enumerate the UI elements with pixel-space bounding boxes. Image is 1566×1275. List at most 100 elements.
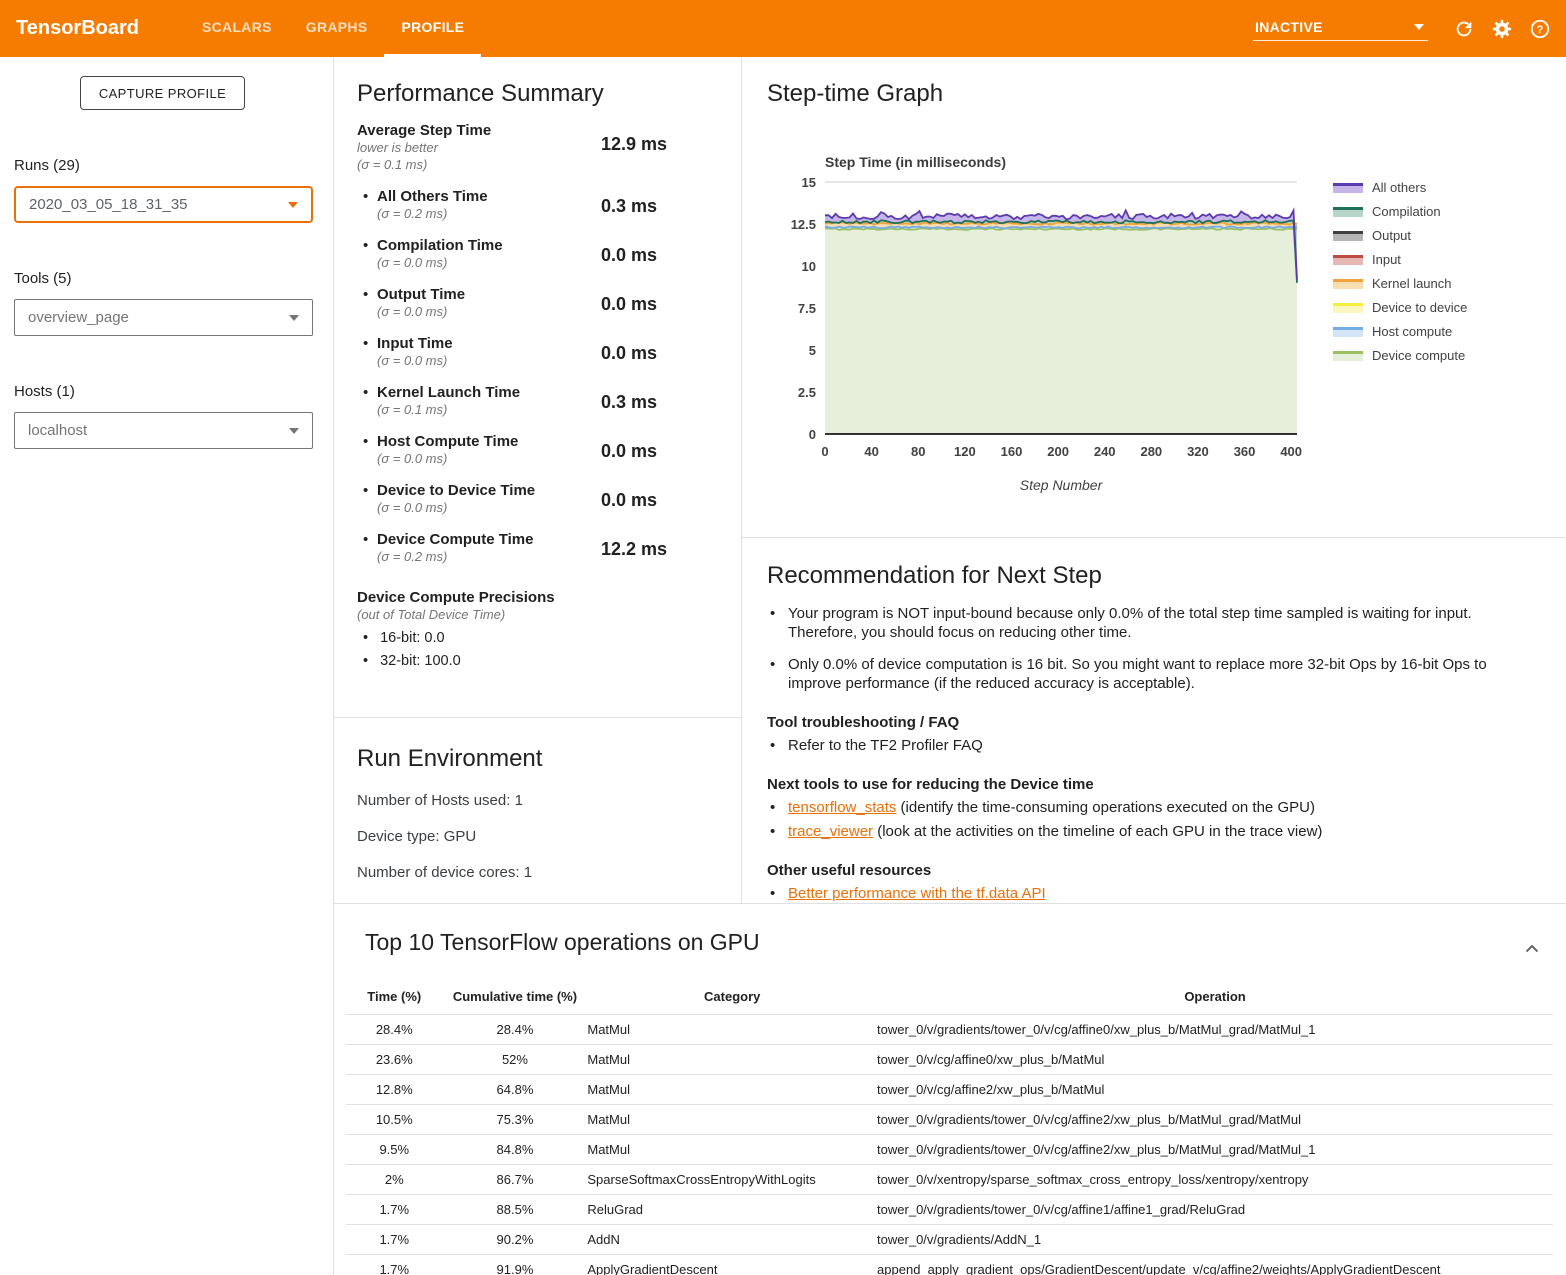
metric-row: •Output Time(σ = 0.0 ms)0.0 ms (357, 286, 711, 320)
svg-text:12.5: 12.5 (791, 217, 816, 232)
tab-profile[interactable]: PROFILE (384, 0, 481, 57)
status-select[interactable]: INACTIVE (1253, 16, 1428, 41)
trace-viewer-link[interactable]: trace_viewer (788, 823, 873, 840)
bullet-icon: • (357, 237, 377, 271)
metric-value: 0.0 ms (601, 237, 711, 271)
legend-item: Device to device (1333, 300, 1467, 315)
metric-sigma: (σ = 0.0 ms) (377, 303, 601, 320)
cumulative-cell: 64.8% (443, 1075, 588, 1105)
category-cell: SparseSoftmaxCrossEntropyWithLogits (587, 1165, 877, 1195)
operation-cell: append_apply_gradient_ops/GradientDescen… (877, 1255, 1553, 1275)
tfdata-api-link[interactable]: Better performance with the tf.data API (788, 885, 1046, 902)
step-time-chart: 02.557.51012.515040801201602002402803203… (767, 170, 1327, 500)
operation-cell: tower_0/v/xentropy/sparse_softmax_cross_… (877, 1165, 1553, 1195)
time-cell: 10.5% (346, 1105, 443, 1135)
capture-profile-button[interactable]: CAPTURE PROFILE (80, 76, 245, 110)
tab-scalars[interactable]: SCALARS (185, 0, 289, 57)
category-cell: MatMul (587, 1045, 877, 1075)
svg-text:0: 0 (809, 427, 816, 442)
svg-text:80: 80 (911, 444, 925, 459)
precision-32bit: 32-bit: 100.0 (357, 653, 711, 669)
device-cores-line: Number of device cores: 1 (357, 864, 718, 881)
svg-text:0: 0 (821, 444, 828, 459)
bullet-icon: • (357, 531, 377, 565)
category-cell: AddN (587, 1225, 877, 1255)
chevron-down-icon (289, 315, 299, 321)
legend-item: Compilation (1333, 204, 1467, 219)
chart-legend: All othersCompilationOutputInputKernel l… (1333, 180, 1467, 505)
category-cell: ApplyGradientDescent (587, 1255, 877, 1275)
cumulative-cell: 90.2% (443, 1225, 588, 1255)
tools-select[interactable]: overview_page (14, 299, 313, 336)
precisions-note: (out of Total Device Time) (357, 606, 711, 623)
cumulative-cell: 88.5% (443, 1195, 588, 1225)
metric-value: 0.0 ms (601, 482, 711, 516)
nav-tabs: SCALARS GRAPHS PROFILE (185, 0, 481, 57)
time-cell: 28.4% (346, 1015, 443, 1045)
metric-label: Device to Device Time (377, 482, 601, 499)
tools-value: overview_page (28, 309, 129, 326)
svg-text:5: 5 (809, 343, 816, 358)
category-cell: MatMul (587, 1135, 877, 1165)
svg-text:160: 160 (1001, 444, 1023, 459)
tools-label: Tools (5) (14, 270, 333, 287)
bullet-icon: • (357, 384, 377, 418)
time-cell: 2% (346, 1165, 443, 1195)
table-header-row: Time (%) Cumulative time (%) Category Op… (346, 983, 1553, 1015)
table-row: 28.4%28.4%MatMultower_0/v/gradients/towe… (346, 1015, 1553, 1045)
time-cell: 1.7% (346, 1225, 443, 1255)
metric-value: 0.3 ms (601, 188, 711, 222)
category-cell: ReluGrad (587, 1195, 877, 1225)
metric-label: Device Compute Time (377, 531, 601, 548)
metric-value: 12.2 ms (601, 531, 711, 565)
faq-heading: Tool troubleshooting / FAQ (767, 714, 1529, 731)
table-row: 10.5%75.3%MatMultower_0/v/gradients/towe… (346, 1105, 1553, 1135)
chevron-down-icon (288, 202, 298, 208)
metric-label: Kernel Launch Time (377, 384, 601, 401)
bullet-icon: • (767, 736, 788, 755)
recommendation-bullet: Only 0.0% of device computation is 16 bi… (788, 655, 1529, 693)
legend-swatch-icon (1333, 183, 1363, 193)
metric-label: Output Time (377, 286, 601, 303)
chevron-up-icon[interactable] (1525, 940, 1539, 958)
table-row: 1.7%91.9%ApplyGradientDescentappend_appl… (346, 1255, 1553, 1275)
svg-text:?: ? (1537, 24, 1544, 36)
table-row: 23.6%52%MatMultower_0/v/cg/affine0/xw_pl… (346, 1045, 1553, 1075)
svg-text:Step Number: Step Number (1020, 477, 1104, 493)
runs-select[interactable]: 2020_03_05_18_31_35 (14, 186, 313, 223)
svg-text:2.5: 2.5 (798, 385, 816, 400)
bullet-icon: • (767, 655, 788, 693)
hosts-select[interactable]: localhost (14, 412, 313, 449)
operation-cell: tower_0/v/gradients/AddN_1 (877, 1225, 1553, 1255)
status-value: INACTIVE (1255, 19, 1323, 35)
time-cell: 23.6% (346, 1045, 443, 1075)
metric-sigma: (σ = 0.0 ms) (377, 254, 601, 271)
svg-text:400: 400 (1280, 444, 1302, 459)
cumulative-cell: 28.4% (443, 1015, 588, 1045)
cumulative-cell: 75.3% (443, 1105, 588, 1135)
legend-swatch-icon (1333, 279, 1363, 289)
metric-value: 0.0 ms (601, 433, 711, 467)
legend-item: Output (1333, 228, 1467, 243)
tab-graphs[interactable]: GRAPHS (289, 0, 385, 57)
chevron-down-icon (1414, 24, 1424, 30)
avg-sigma: (σ = 0.1 ms) (357, 156, 601, 173)
svg-text:320: 320 (1187, 444, 1209, 459)
top-ops-table: Time (%) Cumulative time (%) Category Op… (346, 983, 1553, 1275)
step-time-graph-section: Step-time Graph Step Time (in millisecon… (742, 57, 1566, 538)
metric-label: Input Time (377, 335, 601, 352)
refresh-icon[interactable] (1452, 17, 1476, 41)
operation-cell: tower_0/v/gradients/tower_0/v/cg/affine0… (877, 1015, 1553, 1045)
tensorflow-stats-link[interactable]: tensorflow_stats (788, 799, 896, 816)
help-icon[interactable]: ? (1528, 17, 1552, 41)
app-title: TensorBoard (0, 0, 185, 57)
metric-row: •Device Compute Time(σ = 0.2 ms)12.2 ms (357, 531, 711, 565)
category-cell: MatMul (587, 1075, 877, 1105)
chevron-down-icon (289, 428, 299, 434)
operation-cell: tower_0/v/gradients/tower_0/v/cg/affine2… (877, 1135, 1553, 1165)
metric-label: Compilation Time (377, 237, 601, 254)
bullet-icon: • (357, 335, 377, 369)
settings-gear-icon[interactable] (1490, 17, 1514, 41)
category-cell: MatMul (587, 1015, 877, 1045)
sidebar: CAPTURE PROFILE Runs (29) 2020_03_05_18_… (0, 57, 334, 1275)
